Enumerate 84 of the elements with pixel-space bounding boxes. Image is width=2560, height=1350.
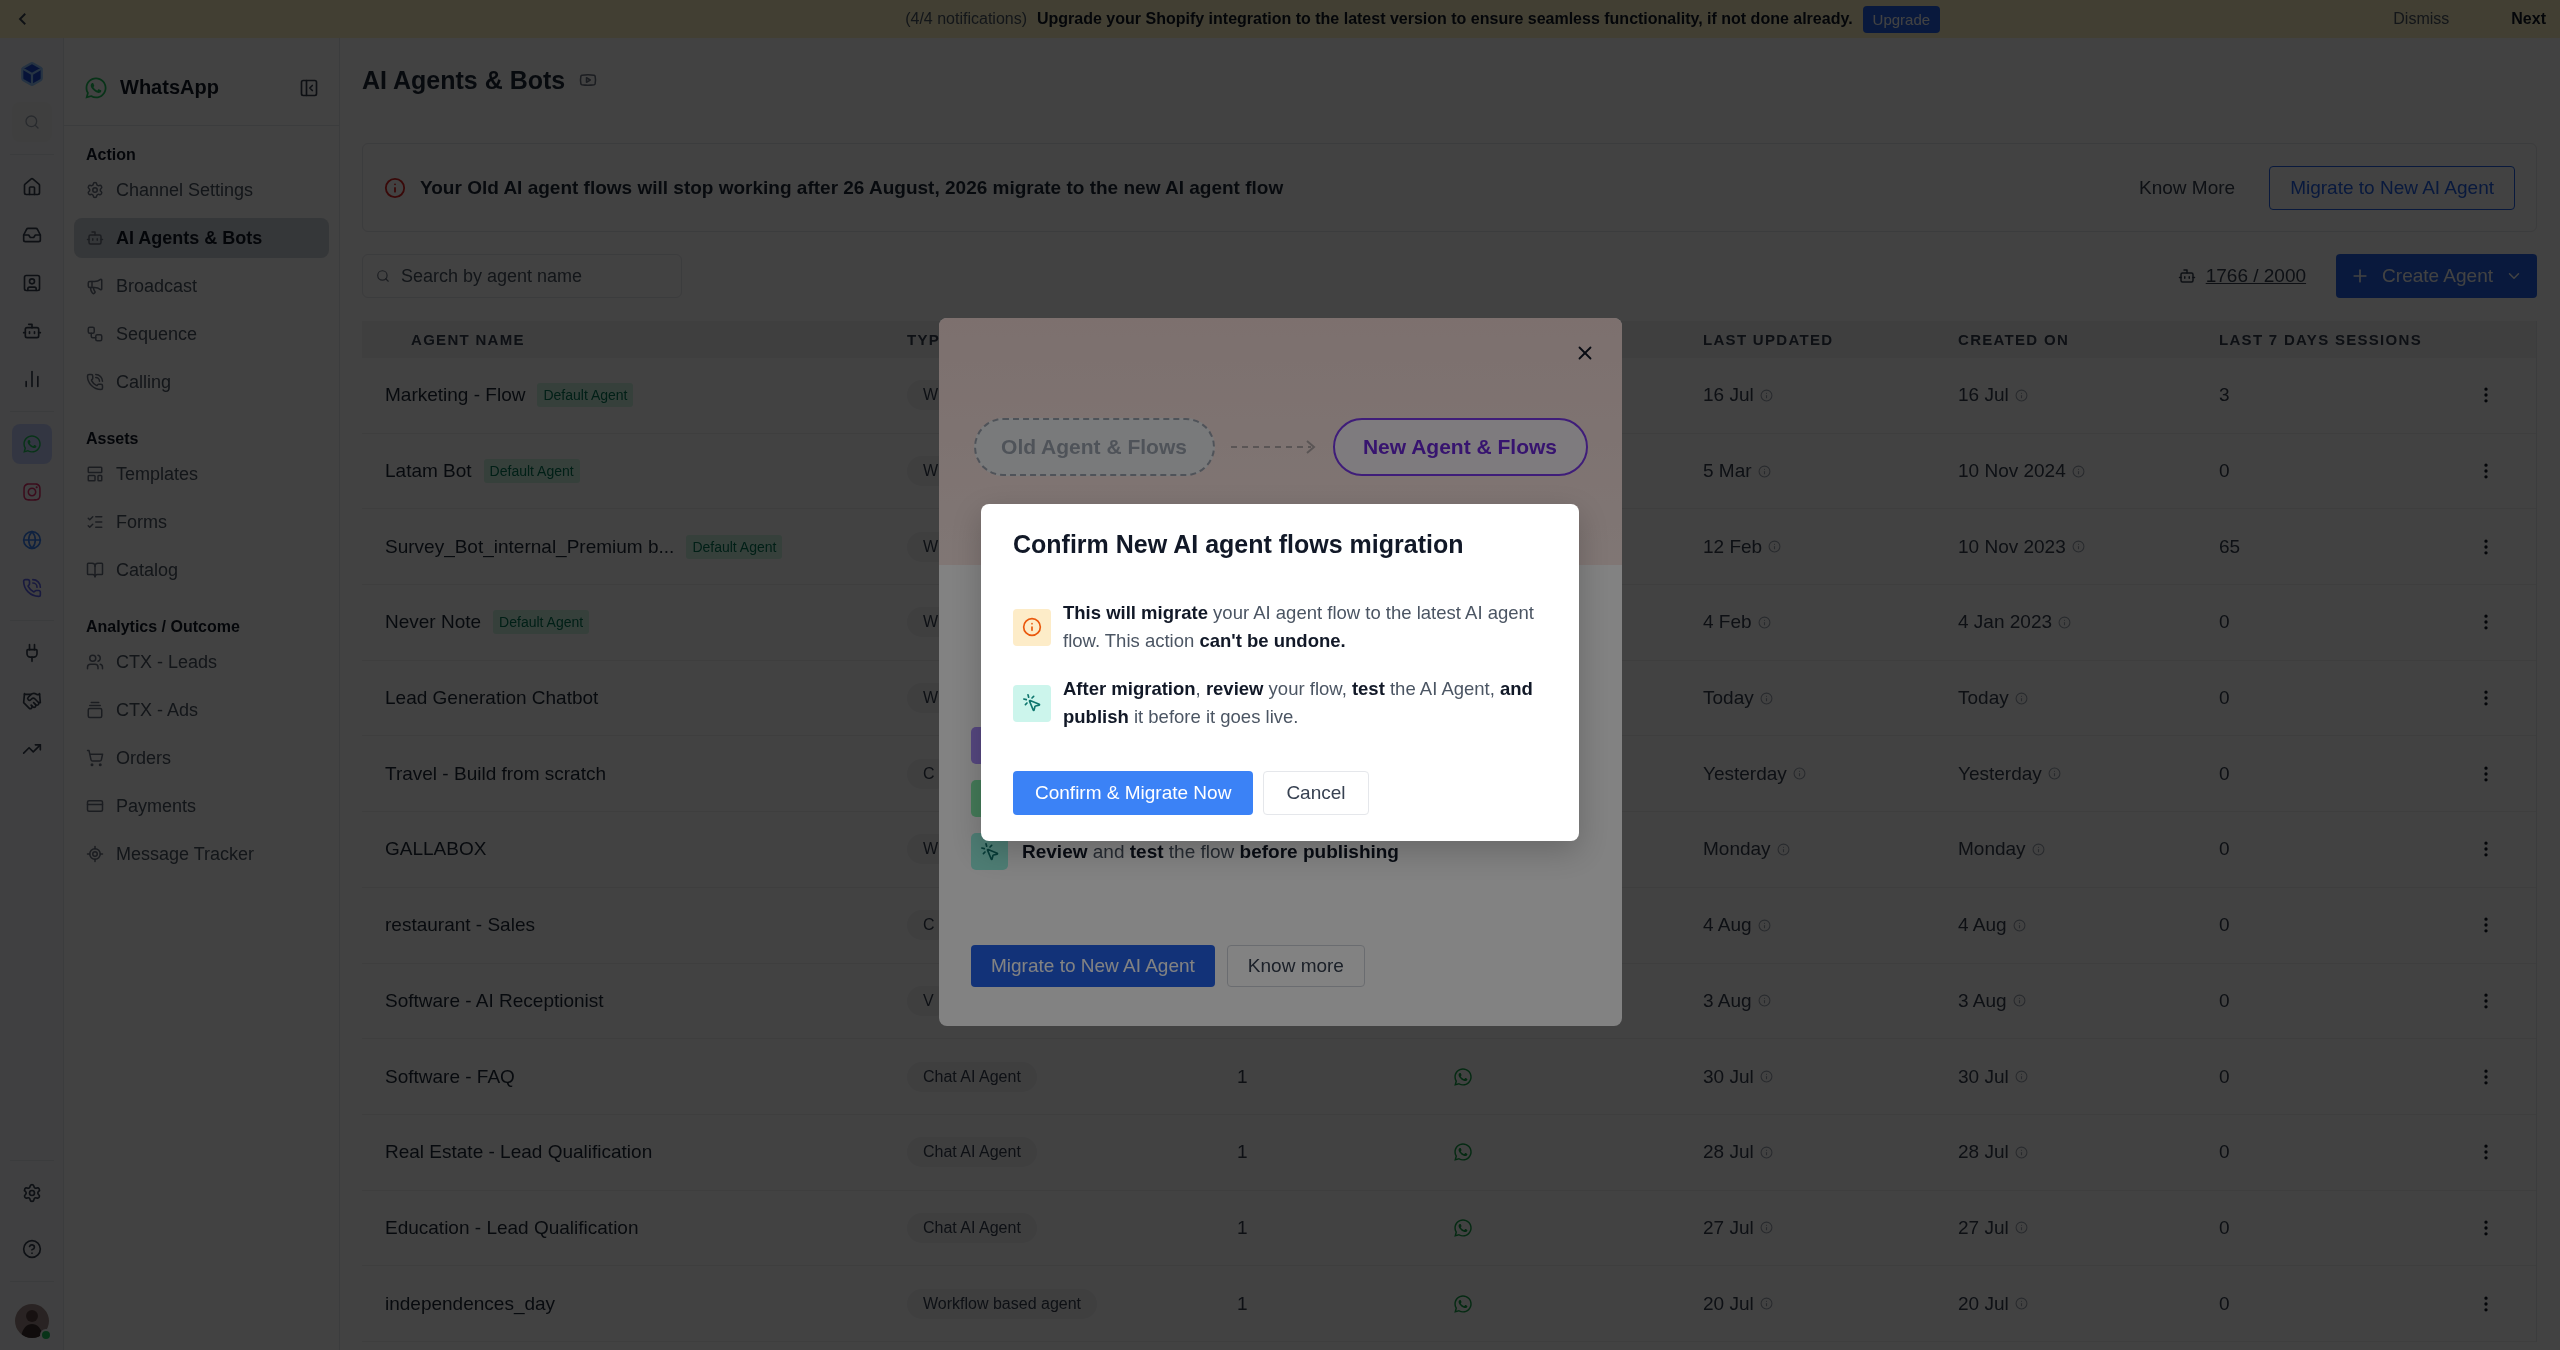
info-icon [1757,464,1771,478]
whatsapp-icon [1453,1066,1473,1087]
agent-name[interactable]: Software - AI Receptionist [385,989,604,1012]
info-icon [2071,540,2085,554]
agent-name[interactable]: Education - Lead Qualification [385,1216,639,1239]
megaphone-icon [86,277,104,295]
whatsapp-icon [1453,1217,1473,1238]
notification-message: Upgrade your Shopify integration to the latest version to ensure seamless functionality, if not done already. [1037,10,1853,28]
info-icon [1759,691,1773,705]
info-icon [2012,994,2026,1008]
info-icon [2047,767,2061,781]
whatsapp-icon [1453,1293,1473,1314]
user-avatar[interactable] [14,1304,49,1338]
info-icon [1757,615,1771,629]
new-flow-pill: New Agent & Flows [1332,417,1588,476]
info-icon [2014,691,2028,705]
search-icon [376,269,390,283]
whatsapp-icon [1453,1142,1473,1163]
agent-name[interactable]: restaurant - Sales [385,914,535,937]
dialog-title: Confirm New AI agent flows migration [1013,530,1465,559]
gear-icon [86,181,104,199]
info-icon [2058,615,2072,629]
info-icon [1759,1221,1773,1235]
info-icon [2014,1145,2028,1159]
agent-name[interactable]: GALLABOX [385,838,487,861]
robot-icon [2177,267,2196,285]
phone-icon [86,373,104,391]
users-icon [86,653,104,671]
whatsapp-icon [84,75,108,100]
agent-name[interactable]: Latam Bot [385,460,472,483]
agent-name[interactable]: independences_day [385,1292,556,1315]
info-icon [2014,1297,2028,1311]
info-icon [1013,608,1051,646]
info-icon [2012,918,2026,932]
section-heading: Action [85,145,137,165]
info-icon [1792,767,1806,781]
info-icon [1759,1297,1773,1311]
info-icon [1759,1070,1773,1084]
collapse-icon[interactable] [299,77,319,98]
info-icon [2031,842,2045,856]
info-icon [2071,464,2085,478]
list-icon [86,513,104,531]
confirm-migrate-button[interactable]: Confirm & Migrate Now [1013,771,1254,815]
cursor-click-icon [1013,684,1051,722]
next-link[interactable]: Next [2511,10,2546,28]
info-icon [1768,540,1782,554]
agent-name[interactable]: Real Estate - Lead Qualification [385,1141,653,1164]
dialog-point-text: This will migrate your AI agent flow to the latest AI agent flow. This action can't be undone. [1063,601,1535,653]
info-icon [2014,1070,2028,1084]
know-more-button[interactable]: Know more [1226,945,1365,987]
info-icon [1757,994,1771,1008]
agent-name[interactable]: Survey_Bot_internal_Premium b... [385,535,675,558]
stack-icon [86,701,104,719]
info-icon [1759,1145,1773,1159]
template-icon [86,465,104,483]
card-icon [86,797,104,815]
info-icon [1776,842,1790,856]
robot-icon [86,229,104,247]
agent-name[interactable]: Travel - Build from scratch [385,762,606,785]
book-icon [86,561,104,579]
feature-text: Review and test the flow before publishing [1022,840,1399,863]
section-heading: Assets [85,429,140,449]
target-icon [86,845,104,863]
page-title: AI Agents & Bots [362,65,566,95]
info-icon [2014,388,2028,402]
whatsapp-icon[interactable] [11,424,52,464]
video-icon[interactable] [579,71,598,89]
banner-message: Your Old AI agent flows will stop working after 26 August, 2026 migrate to the new AI agent flow [420,176,1285,199]
info-icon [384,176,406,199]
agent-name[interactable]: Lead Generation Chatbot [385,687,599,710]
channel-title: WhatsApp [120,76,220,99]
info-icon [1757,918,1771,932]
agent-name[interactable]: Marketing - Flow [385,384,526,407]
cancel-button[interactable]: Cancel [1263,771,1369,815]
agent-name[interactable]: Software - FAQ [385,1065,515,1088]
migrate-button[interactable]: Migrate to New AI Agent [971,945,1215,987]
dialog-point-text: After migration, review your flow, test the AI Agent, and publish it before it goes live. [1063,677,1534,729]
online-status-dot [39,1329,52,1341]
agent-name[interactable]: Never Note [385,611,482,634]
cart-icon [86,749,104,767]
info-icon [2014,1221,2028,1235]
info-icon [1759,388,1773,402]
section-heading: Analytics / Outcome [85,617,241,637]
flow-icon [86,325,104,343]
